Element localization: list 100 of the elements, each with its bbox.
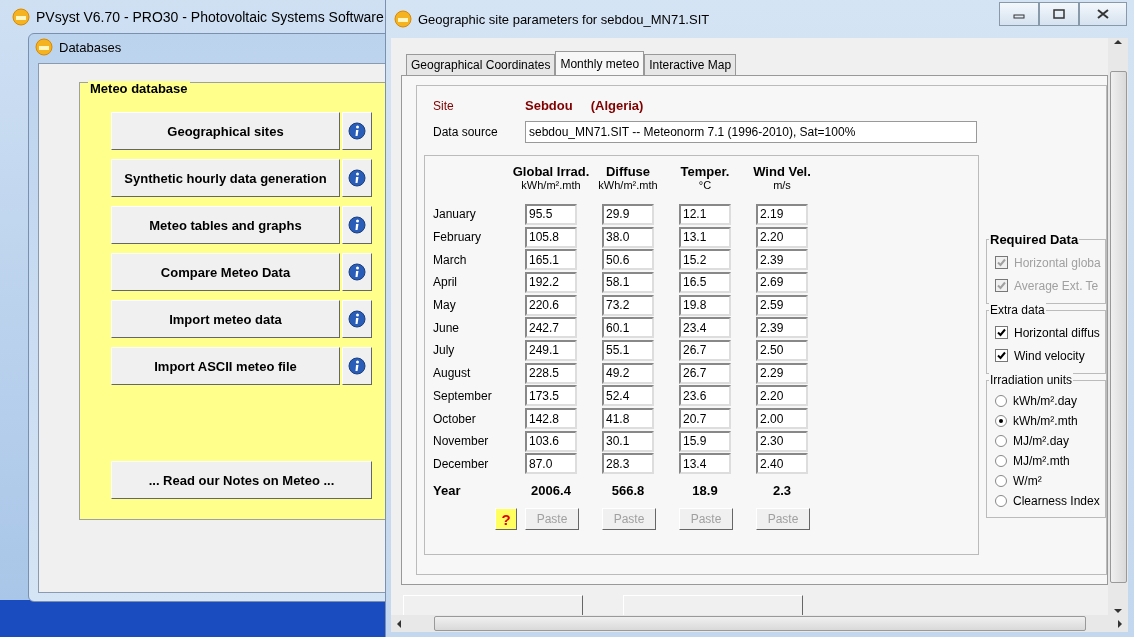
- database-button[interactable]: Import meteo data: [111, 300, 340, 338]
- info-button[interactable]: [342, 300, 372, 338]
- month-label: October: [433, 411, 476, 426]
- site-name: Sebdou: [525, 98, 573, 113]
- value-field[interactable]: 173.5: [525, 385, 577, 407]
- checkbox[interactable]: [995, 349, 1008, 362]
- value-field[interactable]: 23.6: [679, 385, 731, 407]
- help-button[interactable]: ?: [495, 508, 517, 531]
- info-button[interactable]: [342, 253, 372, 291]
- value-field[interactable]: 95.5: [525, 203, 577, 225]
- value-field[interactable]: 60.1: [602, 317, 654, 339]
- value-field[interactable]: 20.7: [679, 408, 731, 430]
- group-title: Meteo database: [88, 81, 190, 96]
- value-field[interactable]: 249.1: [525, 339, 577, 361]
- value-field[interactable]: 13.4: [679, 453, 731, 475]
- radio-button[interactable]: [995, 435, 1007, 447]
- minimize-button[interactable]: [999, 2, 1039, 26]
- value-field[interactable]: 29.9: [602, 203, 654, 225]
- down-arrow-icon[interactable]: [1114, 607, 1122, 615]
- value-field[interactable]: 16.5: [679, 271, 731, 293]
- value-field[interactable]: 38.0: [602, 226, 654, 248]
- value-field[interactable]: 26.7: [679, 362, 731, 384]
- value-field[interactable]: 58.1: [602, 271, 654, 293]
- month-label: April: [433, 275, 457, 290]
- info-icon: [348, 263, 366, 281]
- value-field[interactable]: 12.1: [679, 203, 731, 225]
- database-button[interactable]: Compare Meteo Data: [111, 253, 340, 291]
- database-button[interactable]: Import ASCII meteo file: [111, 347, 340, 385]
- value-field[interactable]: 2.39: [756, 317, 808, 339]
- database-button[interactable]: Meteo tables and graphs: [111, 206, 340, 244]
- value-field[interactable]: 19.8: [679, 294, 731, 316]
- database-button[interactable]: Synthetic hourly data generation: [111, 159, 340, 197]
- value-field[interactable]: 165.1: [525, 249, 577, 271]
- value-field[interactable]: 2.50: [756, 339, 808, 361]
- close-button[interactable]: [1079, 2, 1127, 26]
- radio-button[interactable]: [995, 475, 1007, 487]
- value-field[interactable]: 41.8: [602, 408, 654, 430]
- value-field[interactable]: 26.7: [679, 339, 731, 361]
- year-total: 2006.4: [531, 482, 571, 498]
- notes-button[interactable]: ... Read our Notes on Meteo ...: [111, 461, 372, 499]
- left-arrow-icon[interactable]: [395, 619, 403, 628]
- group-title: Required Data: [989, 232, 1080, 247]
- value-field[interactable]: 13.1: [679, 226, 731, 248]
- tab[interactable]: Geographical Coordinates: [406, 54, 556, 75]
- value-field[interactable]: 23.4: [679, 317, 731, 339]
- value-field[interactable]: 2.20: [756, 385, 808, 407]
- value-field[interactable]: 2.39: [756, 249, 808, 271]
- window-title: Geographic site parameters for sebdou_MN71.SIT: [418, 11, 710, 27]
- database-button[interactable]: Geographical sites: [111, 112, 340, 150]
- info-button[interactable]: [342, 206, 372, 244]
- value-field[interactable]: 2.00: [756, 408, 808, 430]
- value-field[interactable]: 105.8: [525, 226, 577, 248]
- value-field[interactable]: 242.7: [525, 317, 577, 339]
- value-field[interactable]: 50.6: [602, 249, 654, 271]
- radio-button[interactable]: [995, 495, 1007, 507]
- value-field[interactable]: 30.1: [602, 430, 654, 452]
- value-field[interactable]: 2.59: [756, 294, 808, 316]
- value-field[interactable]: 220.6: [525, 294, 577, 316]
- info-button[interactable]: [342, 112, 372, 150]
- value-field[interactable]: 55.1: [602, 339, 654, 361]
- horizontal-scrollbar[interactable]: [391, 615, 1128, 632]
- tab[interactable]: Monthly meteo: [555, 51, 645, 75]
- value-field[interactable]: 49.2: [602, 362, 654, 384]
- value-field[interactable]: 15.2: [679, 249, 731, 271]
- maximize-button[interactable]: [1039, 2, 1079, 26]
- value-field[interactable]: 103.6: [525, 430, 577, 452]
- radio-button[interactable]: [995, 395, 1007, 407]
- radio-button[interactable]: [995, 455, 1007, 467]
- window-title: Databases: [59, 39, 122, 55]
- value-field[interactable]: 28.3: [602, 453, 654, 475]
- value-field[interactable]: 2.29: [756, 362, 808, 384]
- value-field[interactable]: 2.69: [756, 271, 808, 293]
- value-field[interactable]: 87.0: [525, 453, 577, 475]
- tab[interactable]: Interactive Map: [644, 54, 737, 75]
- vertical-scrollbar[interactable]: [1108, 38, 1128, 615]
- value-field[interactable]: 52.4: [602, 385, 654, 407]
- month-label: November: [433, 434, 489, 449]
- value-field[interactable]: 228.5: [525, 362, 577, 384]
- value-field[interactable]: 2.40: [756, 453, 808, 475]
- right-arrow-icon[interactable]: [1116, 619, 1124, 628]
- up-arrow-icon[interactable]: [1114, 38, 1122, 46]
- radio-button[interactable]: [995, 415, 1007, 427]
- value-field[interactable]: 2.19: [756, 203, 808, 225]
- data-source-field[interactable]: sebdou_MN71.SIT -- Meteonorm 7.1 (1996-2010), Sat=100%: [525, 121, 977, 143]
- checkbox-label: Horizontal diffus: [1014, 325, 1100, 340]
- info-button[interactable]: [342, 159, 372, 197]
- group-title: Irradiation units: [989, 373, 1074, 387]
- year-total: 2.3: [772, 482, 792, 498]
- value-field[interactable]: 15.9: [679, 430, 731, 452]
- value-field[interactable]: 192.2: [525, 271, 577, 293]
- value-field[interactable]: 142.8: [525, 408, 577, 430]
- field-label: Data source: [433, 125, 499, 139]
- value-field[interactable]: 73.2: [602, 294, 654, 316]
- radio-label: MJ/m².mth: [1013, 454, 1070, 468]
- value-field[interactable]: 2.30: [756, 430, 808, 452]
- column-unit: kWh/m².mth: [598, 179, 658, 191]
- checkbox[interactable]: [995, 326, 1008, 339]
- radio-label: Clearness Index: [1013, 494, 1100, 508]
- info-button[interactable]: [342, 347, 372, 385]
- value-field[interactable]: 2.20: [756, 226, 808, 248]
